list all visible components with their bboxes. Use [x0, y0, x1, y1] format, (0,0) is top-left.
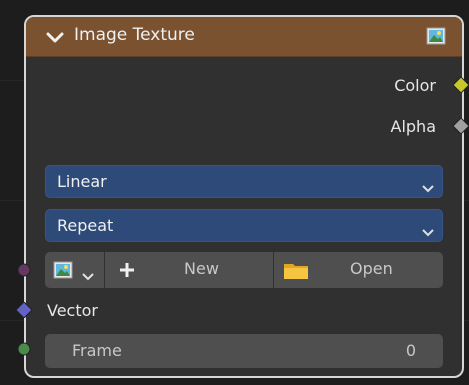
open-button-label: Open [350, 259, 393, 278]
frame-field[interactable]: Frame 0 [45, 334, 443, 368]
alpha-output-socket[interactable] [453, 118, 469, 134]
plus-icon [118, 261, 136, 283]
node-header[interactable]: Image Texture [26, 17, 462, 57]
image-icon [426, 26, 446, 50]
image-texture-node[interactable]: Image Texture Color Alpha Linear Repeat [24, 15, 464, 378]
frame-input-socket[interactable] [17, 342, 31, 356]
image-input-socket[interactable] [17, 263, 31, 277]
chevron-down-icon[interactable] [46, 29, 64, 48]
frame-label: Frame [72, 341, 122, 360]
open-image-button[interactable]: Open [274, 252, 443, 288]
interpolation-value: Linear [57, 172, 107, 191]
color-output-socket[interactable] [453, 77, 469, 93]
vector-input-label: Vector [47, 301, 98, 320]
output-color-label: Color [394, 76, 436, 95]
output-alpha-label: Alpha [390, 117, 437, 136]
chevron-down-icon [82, 266, 94, 285]
extension-value: Repeat [57, 216, 114, 235]
image-selector-row: New Open [45, 252, 443, 288]
vector-input-socket[interactable] [16, 302, 32, 318]
new-image-button[interactable]: New [105, 252, 273, 288]
browse-image-button[interactable] [45, 252, 104, 288]
chevron-down-icon [422, 178, 434, 197]
image-icon [53, 260, 73, 284]
new-button-label: New [184, 259, 219, 278]
interpolation-dropdown[interactable]: Linear [45, 165, 443, 198]
chevron-down-icon [422, 222, 434, 241]
node-title: Image Texture [74, 25, 195, 45]
folder-icon [283, 261, 309, 284]
extension-dropdown[interactable]: Repeat [45, 209, 443, 242]
frame-value: 0 [405, 341, 416, 360]
